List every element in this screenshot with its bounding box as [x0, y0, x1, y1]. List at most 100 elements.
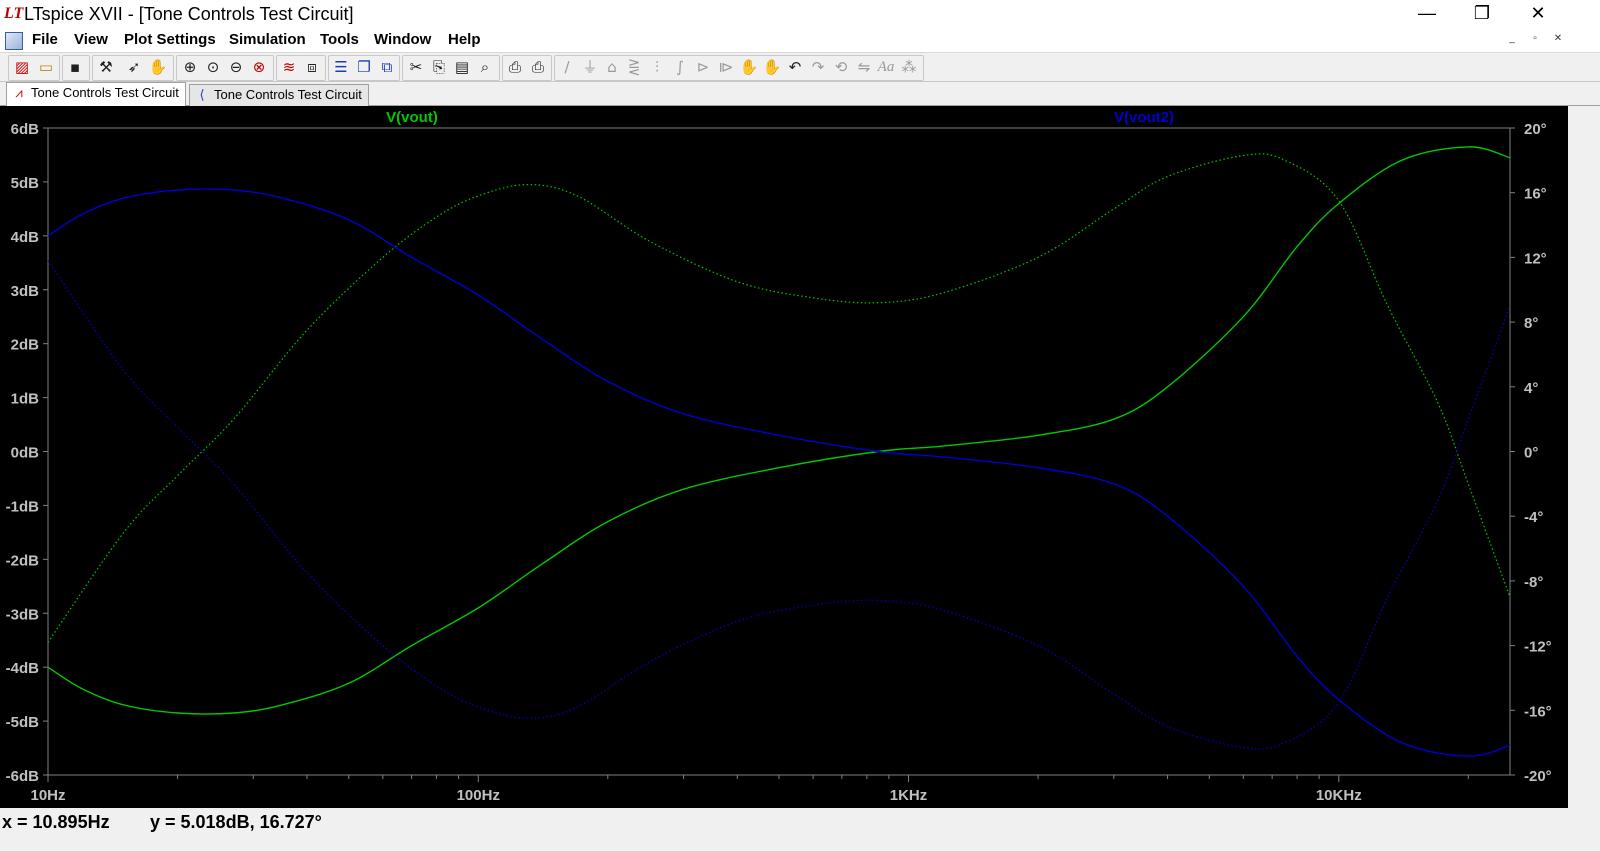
cut-icon[interactable]: ✂ — [406, 57, 426, 77]
y-right-tick-label: -16° — [1524, 703, 1552, 720]
y-left-tick-label: 3dB — [11, 283, 40, 300]
trace-vout2-phase — [47, 260, 1511, 750]
menu-simulation[interactable]: Simulation — [229, 31, 306, 48]
diode-icon[interactable]: ⊳ — [693, 57, 713, 77]
spice-directive-icon[interactable]: ⁂ — [899, 57, 919, 77]
document-icon[interactable] — [5, 32, 23, 50]
x-tick-label: 10Hz — [30, 787, 65, 804]
tab-label: Tone Controls Test Circuit — [214, 87, 362, 102]
menu-help[interactable]: Help — [448, 31, 481, 48]
plot-settings-icon[interactable]: ⧈ — [302, 57, 322, 77]
y-left-tick-label: -5dB — [6, 714, 40, 731]
find-icon[interactable]: ⌕ — [475, 57, 495, 77]
trace-label-vout[interactable]: V(vout) — [386, 109, 438, 126]
y-right-tick-label: -8° — [1524, 574, 1543, 591]
menu-view[interactable]: View — [74, 31, 108, 48]
capacitor-icon[interactable]: ⫶ — [647, 57, 667, 77]
minimize-button[interactable]: — — [1400, 0, 1454, 28]
right-margin — [1568, 106, 1600, 808]
control-panel-icon[interactable]: ⚒ — [96, 57, 116, 77]
y-left-tick-label: -6dB — [6, 768, 40, 785]
undo-icon[interactable]: ↶ — [785, 57, 805, 77]
print-icon[interactable]: ⎙ — [528, 57, 548, 77]
y-left-tick-label: 5dB — [11, 175, 40, 192]
menu-bar: File View Plot Settings Simulation Tools… — [0, 30, 1600, 52]
mdi-restore-button[interactable]: ▫ — [1526, 33, 1544, 49]
mirror-icon[interactable]: ⇋ — [854, 57, 874, 77]
title-bar: LT LTspice XVII - [Tone Controls Test Ci… — [0, 0, 1600, 30]
bode-plot[interactable]: 6dB 5dB 4dB 3dB 2dB 1dB 0dB -1dB -2dB -3dB -4dB -5d… — [0, 106, 1568, 808]
copy-icon[interactable]: ⎘ — [429, 57, 449, 77]
menu-file[interactable]: File — [32, 31, 58, 48]
y-left-tick-label: 2dB — [11, 337, 40, 354]
y-right-tick-label: 20° — [1524, 121, 1547, 138]
y-left-tick-label: 0dB — [11, 445, 40, 462]
zoom-out-icon[interactable]: ⊖ — [226, 57, 246, 77]
y-left-tick-label: 6dB — [11, 121, 40, 138]
tab-schematic[interactable]: ⟨ Tone Controls Test Circuit — [189, 84, 369, 106]
y-left-tick-label: -2dB — [6, 552, 40, 569]
zoom-in-icon[interactable]: ⊕ — [180, 57, 200, 77]
tab-waveform[interactable]: ⩘ Tone Controls Test Circuit — [6, 82, 186, 106]
run-icon[interactable]: ➶ — [124, 57, 144, 77]
maximize-button[interactable]: ❐ — [1455, 0, 1509, 28]
pick-traces-icon[interactable]: ≋ — [279, 57, 299, 77]
tab-label: Tone Controls Test Circuit — [31, 85, 179, 100]
close-button[interactable]: ✕ — [1511, 0, 1565, 28]
x-tick-label: 1KHz — [890, 787, 928, 804]
text-icon[interactable]: Aa — [876, 57, 896, 77]
y-right-tick-label: -12° — [1524, 639, 1552, 656]
x-tick-label: 100Hz — [457, 787, 500, 804]
mdi-minimize-button[interactable]: _ — [1503, 33, 1521, 49]
y-left-tick-label: 1dB — [11, 391, 40, 408]
trace-vout2-magnitude — [47, 188, 1511, 757]
wire-icon[interactable]: ∕ — [557, 57, 577, 77]
halt-icon[interactable]: ✋ — [148, 57, 168, 77]
open-icon[interactable]: ▭ — [36, 57, 56, 77]
print-preview-icon[interactable]: ⎙ — [505, 57, 525, 77]
autorange-icon[interactable]: ⊗ — [249, 57, 269, 77]
waveform-icon: ⩘ — [15, 85, 23, 100]
drag-icon[interactable]: ✋ — [762, 57, 782, 77]
menu-window[interactable]: Window — [374, 31, 431, 48]
y-right-tick-label: 8° — [1524, 315, 1538, 332]
menu-tools[interactable]: Tools — [320, 31, 359, 48]
plot-frame — [47, 127, 1511, 776]
y-right-tick-label: -20° — [1524, 768, 1552, 785]
zoom-full-icon[interactable]: ⊙ — [203, 57, 223, 77]
cascade-icon[interactable]: ⧉ — [377, 57, 397, 77]
tile-horizontal-icon[interactable]: ☰ — [331, 57, 351, 77]
waveform-plot-pane[interactable]: 6dB 5dB 4dB 3dB 2dB 1dB 0dB -1dB -2dB -3dB -4dB -5d… — [0, 106, 1568, 808]
y-left-tick-label: -4dB — [6, 660, 40, 677]
y-right-tick-label: 0° — [1524, 445, 1538, 462]
window-title: LTspice XVII - [Tone Controls Test Circu… — [24, 4, 354, 24]
component-icon[interactable]: ⧐ — [716, 57, 736, 77]
mdi-close-button[interactable]: ✕ — [1549, 33, 1567, 49]
label-net-icon[interactable]: ⌂ — [602, 57, 622, 77]
move-icon[interactable]: ✋ — [739, 57, 759, 77]
y-right-tick-label: -4° — [1524, 509, 1543, 526]
tile-vertical-icon[interactable]: ❐ — [354, 57, 374, 77]
y-right-tick-label: 4° — [1524, 380, 1538, 397]
new-schematic-icon[interactable]: ▨ — [12, 57, 32, 77]
document-tabs: ⩘ Tone Controls Test Circuit ⟨ Tone Cont… — [0, 82, 1600, 106]
status-bar: x = 10.895Hz y = 5.018dB, 16.727° — [0, 808, 1600, 851]
y-left-tick-label: -3dB — [6, 606, 40, 623]
ground-icon[interactable]: ⏚ — [580, 57, 600, 77]
cursor-x-readout: x = 10.895Hz — [2, 812, 110, 832]
x-tick-label: 10KHz — [1316, 787, 1362, 804]
redo-icon[interactable]: ↷ — [808, 57, 828, 77]
paste-icon[interactable]: ▤ — [452, 57, 472, 77]
save-icon[interactable]: ▪ — [65, 57, 85, 77]
inductor-icon[interactable]: ∫ — [670, 57, 690, 77]
ltspice-window: LT LTspice XVII - [Tone Controls Test Ci… — [0, 0, 1600, 851]
toolbar: ▨ ▭ ▪ ⚒ ➶ ✋ ⊕ ⊙ ⊖ ⊗ ≋ ⧈ ☰ ❐ ⧉ ✂ ⎘ ▤ ⌕ ⎙ … — [0, 52, 1600, 82]
resistor-icon[interactable]: ⋛ — [624, 57, 644, 77]
rotate-icon[interactable]: ⟲ — [831, 57, 851, 77]
cursor-y-readout: y = 5.018dB, 16.727° — [150, 812, 322, 832]
trace-vout-phase — [47, 153, 1511, 643]
ltspice-logo-icon: LT — [4, 5, 24, 22]
trace-label-vout2[interactable]: V(vout2) — [1114, 109, 1174, 126]
y-left-tick-label: 4dB — [11, 229, 40, 246]
menu-plot-settings[interactable]: Plot Settings — [124, 31, 216, 48]
